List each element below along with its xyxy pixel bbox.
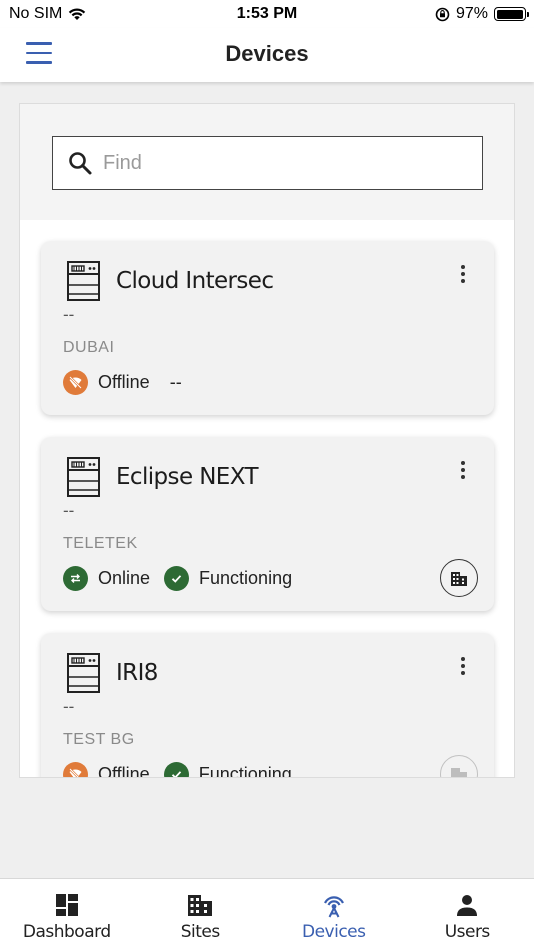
device-status-row: Offline --	[63, 369, 182, 395]
device-name: Eclipse NEXT	[116, 464, 259, 490]
nav-sites[interactable]: Sites	[134, 879, 268, 950]
nav-users[interactable]: Users	[401, 879, 534, 950]
state-label: Functioning	[199, 567, 293, 588]
online-icon	[63, 565, 88, 591]
device-description: --	[63, 305, 75, 324]
devices-panel: Cloud Intersec -- DUBAI Offline --	[19, 103, 515, 778]
device-status-row: Online Functioning	[63, 565, 292, 591]
page-title: Devices	[225, 41, 309, 66]
connection-label: Offline	[98, 763, 150, 778]
search-area	[20, 104, 514, 220]
user-icon	[457, 895, 478, 916]
device-name: Cloud Intersec	[116, 268, 274, 294]
device-status-row: Offline Functioning	[63, 761, 292, 778]
search-icon	[69, 152, 92, 175]
app-header: Devices	[0, 28, 534, 82]
connection-label: Offline	[98, 371, 150, 392]
offline-icon	[63, 369, 88, 395]
nav-dashboard[interactable]: Dashboard	[0, 879, 134, 950]
more-options-icon[interactable]	[458, 461, 468, 481]
building-icon	[451, 768, 467, 777]
offline-icon	[63, 761, 88, 777]
battery-icon	[494, 7, 529, 21]
control-panel-icon	[67, 653, 100, 693]
building-icon	[188, 895, 213, 916]
nav-label: Devices	[302, 922, 366, 942]
battery-fill	[496, 9, 523, 19]
device-site: DUBAI	[63, 339, 115, 356]
connection-label: Online	[98, 567, 151, 588]
device-list: Cloud Intersec -- DUBAI Offline -- Eclip…	[41, 241, 494, 778]
battery-percent: 97%	[455, 5, 488, 22]
control-panel-icon	[67, 261, 100, 301]
device-name: IRI8	[116, 660, 158, 686]
status-right: 97%	[435, 5, 529, 23]
nav-devices[interactable]: Devices	[267, 879, 401, 950]
status-bar: No SIM 1:53 PM 97%	[0, 0, 534, 28]
device-description: --	[63, 697, 75, 716]
orientation-lock-icon	[435, 7, 450, 21]
device-description: --	[63, 501, 75, 520]
control-panel-icon	[67, 457, 100, 497]
device-site: TELETEK	[63, 535, 138, 552]
search-box[interactable]	[52, 136, 483, 190]
state-label: --	[169, 371, 182, 392]
more-options-icon[interactable]	[458, 265, 468, 285]
building-button[interactable]	[440, 559, 478, 597]
more-options-icon[interactable]	[458, 657, 468, 677]
nav-label: Dashboard	[22, 922, 111, 942]
antenna-icon	[323, 896, 344, 918]
device-card[interactable]: Eclipse NEXT -- TELETEK Online Functioni…	[41, 437, 494, 611]
state-label: Functioning	[198, 763, 292, 778]
building-button[interactable]	[440, 755, 478, 777]
building-icon	[451, 572, 467, 586]
device-card[interactable]: IRI8 -- TEST BG Offline Functioning	[41, 633, 494, 778]
nav-label: Users	[444, 922, 491, 942]
search-input[interactable]	[103, 151, 463, 175]
device-card[interactable]: Cloud Intersec -- DUBAI Offline --	[41, 241, 494, 415]
nav-label: Sites	[180, 922, 221, 942]
bottom-nav: Dashboard Sites Devices Users	[0, 878, 534, 950]
device-site: TEST BG	[63, 731, 135, 748]
check-icon	[163, 761, 189, 777]
dashboard-icon	[55, 894, 78, 916]
check-icon	[164, 565, 190, 591]
